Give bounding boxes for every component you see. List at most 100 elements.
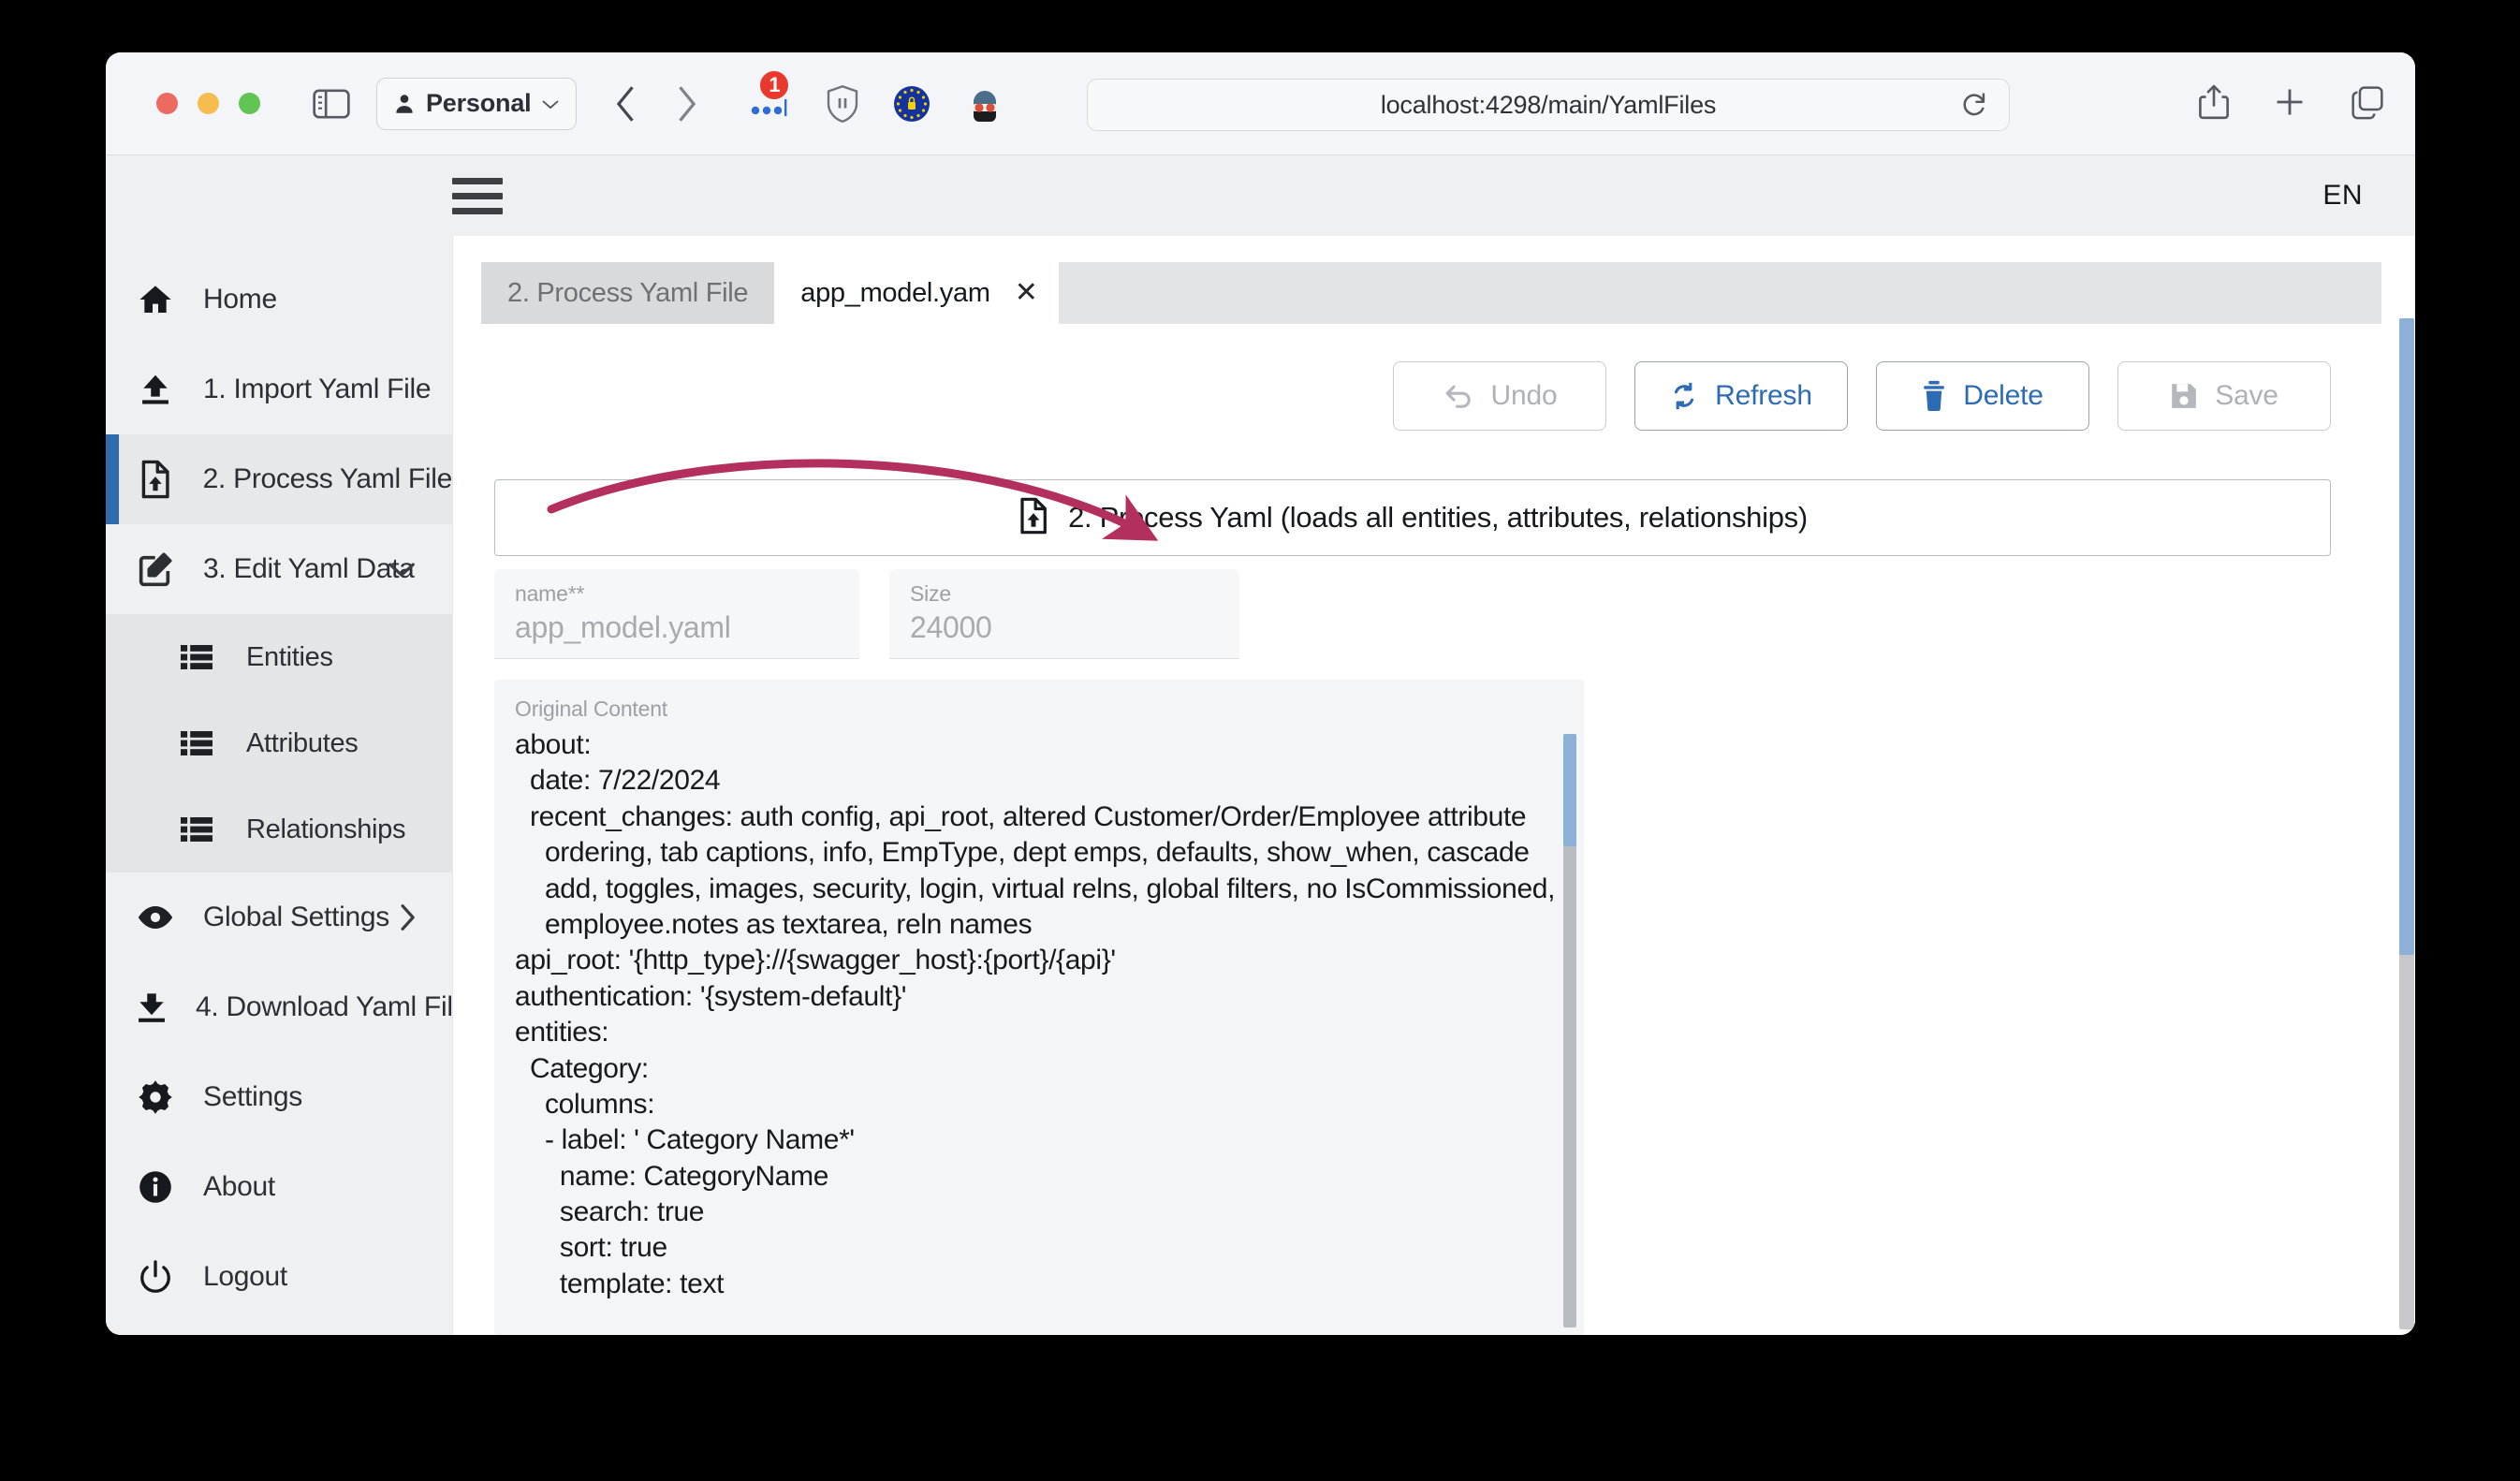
- size-field-label: Size: [910, 580, 951, 606]
- original-content-box[interactable]: Original Content about: date: 7/22/2024 …: [494, 680, 1584, 1335]
- sidebar-item-label: 2. Process Yaml File: [202, 463, 453, 494]
- page-scrollbar-thumb[interactable]: [2399, 318, 2414, 955]
- sidebar-item-attributes[interactable]: Attributes: [106, 700, 452, 786]
- maximize-window-button[interactable]: [239, 93, 260, 114]
- window-controls: [156, 93, 260, 114]
- save-icon: [2170, 381, 2198, 411]
- avatar-extension-icon[interactable]: [964, 84, 1005, 124]
- sidebar-item-label: About: [203, 1171, 275, 1202]
- trash-icon: [1922, 380, 1946, 412]
- sidebar-item-label: Global Settings: [203, 902, 389, 932]
- gear-icon: [134, 1079, 177, 1115]
- list-icon: [175, 815, 218, 843]
- content-pane: 2. Process Yaml File app_model.yam ✕ Und…: [452, 236, 2415, 1335]
- sidebar-item-relationships[interactable]: Relationships: [106, 786, 452, 872]
- address-bar[interactable]: localhost:4298/main/YamlFiles: [1087, 79, 2010, 131]
- back-button[interactable]: [614, 84, 638, 124]
- shield-pause-icon[interactable]: [826, 84, 859, 124]
- browser-toolbar: Personal 1 localhost:4298/main/YamlFiles: [106, 52, 2415, 155]
- extension-dots-icon[interactable]: 1: [747, 68, 792, 120]
- sidebar: Home 1. Import Yaml File 2. Process Yaml…: [106, 236, 468, 1335]
- minimize-window-button[interactable]: [198, 93, 219, 114]
- size-field-value: 24000: [910, 609, 992, 644]
- yaml-scrollbar-thumb[interactable]: [1563, 734, 1576, 846]
- tab-process-yaml-file[interactable]: 2. Process Yaml File: [481, 262, 775, 324]
- sidebar-toggle-icon[interactable]: [313, 88, 350, 120]
- size-field[interactable]: Size 24000: [889, 569, 1239, 659]
- delete-button[interactable]: Delete: [1876, 361, 2089, 431]
- profile-button[interactable]: Personal: [376, 77, 578, 130]
- tab-label: 2. Process Yaml File: [507, 277, 749, 308]
- chevron-down-icon: [542, 99, 560, 109]
- close-icon[interactable]: ✕: [1015, 279, 1038, 307]
- sidebar-item-label: 1. Import Yaml File: [203, 374, 432, 404]
- sidebar-item-label: Settings: [203, 1081, 302, 1112]
- reload-icon[interactable]: [1960, 90, 1988, 120]
- sidebar-item-download-yaml-file[interactable]: 4. Download Yaml File: [106, 962, 468, 1052]
- original-content-label: Original Content: [515, 697, 667, 721]
- app-body: Home 1. Import Yaml File 2. Process Yaml…: [106, 236, 2415, 1335]
- app-header: EN: [106, 155, 2415, 236]
- tab-panel: Undo Refresh Delete Save 2. Process Yaml…: [481, 324, 2381, 1335]
- tab-strip: 2. Process Yaml File app_model.yam ✕: [481, 262, 2381, 324]
- delete-label: Delete: [1963, 380, 2044, 411]
- language-indicator[interactable]: EN: [2322, 180, 2363, 212]
- list-icon: [175, 729, 218, 757]
- sidebar-item-global-settings[interactable]: Global Settings: [106, 872, 452, 962]
- profile-label: Personal: [426, 89, 532, 117]
- sidebar-item-label: 4. Download Yaml File: [196, 991, 469, 1022]
- power-icon: [134, 1259, 177, 1295]
- refresh-icon: [1670, 380, 1698, 412]
- share-icon[interactable]: [2198, 83, 2230, 125]
- browser-extensions: 1: [747, 68, 1005, 124]
- chevron-down-icon[interactable]: [387, 560, 417, 579]
- content-inner: 2. Process Yaml File app_model.yam ✕ Und…: [481, 262, 2381, 1335]
- sidebar-item-entities[interactable]: Entities: [106, 614, 452, 700]
- name-field-value: app_model.yaml: [515, 609, 731, 644]
- file-upload-icon: [1018, 497, 1049, 539]
- action-toolbar: Undo Refresh Delete Save: [1393, 361, 2331, 431]
- home-icon: [134, 281, 177, 318]
- save-button[interactable]: Save: [2117, 361, 2331, 431]
- chevron-right-icon[interactable]: [398, 902, 417, 932]
- url-text: localhost:4298/main/YamlFiles: [1380, 90, 1717, 119]
- person-icon: [396, 94, 413, 113]
- extension-badge: 1: [758, 68, 791, 101]
- eu-privacy-icon[interactable]: [893, 85, 930, 123]
- new-tab-icon[interactable]: [2273, 85, 2307, 124]
- name-field[interactable]: name** app_model.yaml: [494, 569, 859, 659]
- tab-app-model-yaml[interactable]: app_model.yam ✕: [774, 262, 1059, 324]
- eye-icon: [134, 903, 177, 931]
- sidebar-item-about[interactable]: About: [106, 1142, 452, 1232]
- sidebar-item-edit-yaml-data[interactable]: 3. Edit Yaml Data: [106, 524, 452, 614]
- process-yaml-banner[interactable]: 2. Process Yaml (loads all entities, att…: [494, 479, 2331, 556]
- save-label: Save: [2215, 380, 2278, 411]
- hamburger-menu-icon[interactable]: [452, 177, 503, 214]
- browser-window: Personal 1 localhost:4298/main/YamlFiles…: [106, 52, 2415, 1335]
- upload-icon: [134, 371, 177, 408]
- sidebar-item-logout[interactable]: Logout: [106, 1232, 452, 1322]
- banner-label: 2. Process Yaml (loads all entities, att…: [1068, 501, 1808, 534]
- refresh-button[interactable]: Refresh: [1634, 361, 1848, 431]
- sidebar-subgroup-edit-yaml-data: Entities Attributes Relationships: [106, 614, 452, 872]
- forward-button[interactable]: [674, 84, 698, 124]
- close-window-button[interactable]: [156, 93, 178, 114]
- sidebar-item-import-yaml-file[interactable]: 1. Import Yaml File: [106, 345, 452, 434]
- download-icon: [134, 989, 169, 1026]
- yaml-scrollbar[interactable]: [1563, 734, 1576, 1327]
- tab-overview-icon[interactable]: [2350, 84, 2385, 125]
- list-icon: [175, 643, 218, 671]
- undo-icon: [1443, 383, 1474, 409]
- sidebar-item-label: Entities: [246, 641, 333, 672]
- sidebar-item-settings[interactable]: Settings: [106, 1052, 452, 1142]
- info-icon: [134, 1169, 177, 1205]
- file-fields: name** app_model.yaml Size 24000: [494, 569, 1239, 659]
- yaml-content-text: about: date: 7/22/2024 recent_changes: a…: [515, 729, 1556, 1299]
- name-field-label: name**: [515, 580, 585, 606]
- sidebar-item-label: Attributes: [246, 727, 359, 758]
- sidebar-item-home[interactable]: Home: [106, 255, 452, 345]
- page-scrollbar[interactable]: [2396, 262, 2415, 1335]
- sidebar-item-process-yaml-file[interactable]: 2. Process Yaml File: [106, 434, 452, 524]
- sidebar-item-label: Relationships: [246, 814, 406, 844]
- undo-button[interactable]: Undo: [1393, 361, 1606, 431]
